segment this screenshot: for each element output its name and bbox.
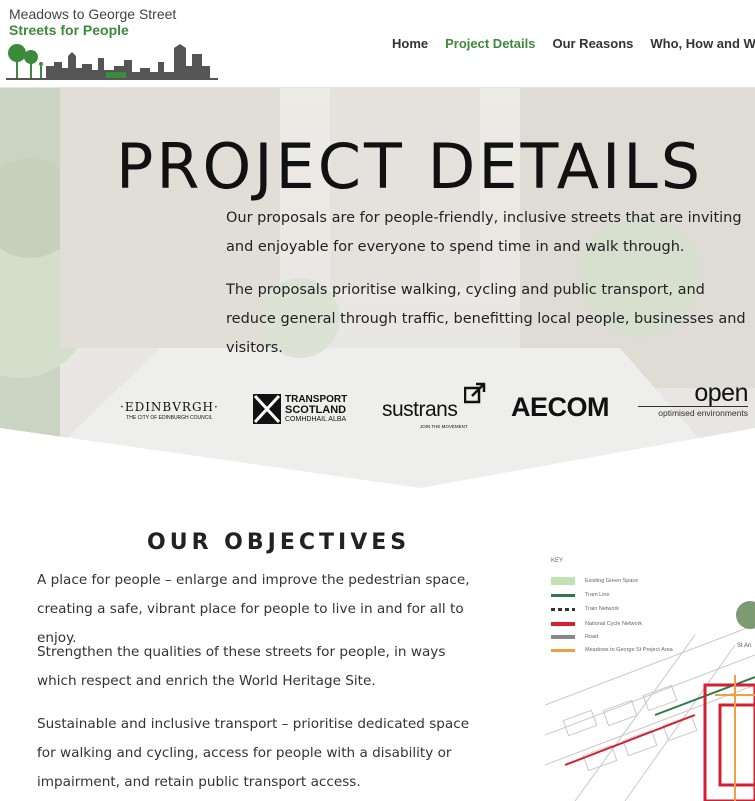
objectives-heading: OUR OBJECTIVES (147, 530, 411, 555)
project-area-map: KEY Existing Green Space Tram Line Train… (545, 555, 755, 801)
sustrans-logo-text: sustrans (382, 398, 458, 421)
transport-scotland-logo: TRANSPORT SCOTLAND COMHDHAIL ALBA (253, 394, 347, 424)
objective-2: Strengthen the qualities of these street… (37, 644, 446, 689)
map-key-row: National Cycle Network (551, 621, 642, 627)
hero-paragraph-2: The proposals prioritise walking, cyclin… (226, 282, 746, 356)
open-logo-subtext: optimised environments (638, 406, 748, 418)
nav-project-details[interactable]: Project Details (445, 36, 535, 51)
key-swatch-road (551, 635, 575, 639)
sustrans-arrow-icon (464, 382, 486, 404)
key-swatch-train (551, 607, 575, 611)
logo-title-line1: Meadows to George Street (9, 6, 177, 22)
key-label: Tram Line (585, 592, 610, 598)
map-key-row: Existing Green Space (551, 577, 638, 585)
site-logo[interactable]: Meadows to George Street Streets for Peo… (6, 4, 218, 80)
key-swatch-cycle (551, 622, 575, 626)
skyline-illustration (6, 44, 218, 80)
hero-paragraph-1: Our proposals are for people-friendly, i… (226, 210, 742, 255)
key-swatch-project-area (551, 648, 575, 652)
map-key-row: Train Network (551, 606, 619, 612)
page-title: PROJECT DETAILS (116, 130, 704, 203)
key-label: Road (585, 634, 599, 640)
aecom-logo: AECOM (511, 392, 610, 422)
sustrans-logo-subtext: JOIN THE MOVEMENT (420, 424, 468, 429)
key-label: Existing Green Space (585, 578, 639, 584)
transport-scotland-icon (253, 394, 281, 424)
key-label: Meadows to George St Project Area (585, 647, 673, 653)
site-header: Meadows to George Street Streets for Peo… (0, 0, 755, 88)
nav-who-how-when[interactable]: Who, How and When (650, 36, 755, 51)
open-logo-text: open (694, 379, 748, 407)
key-label: Train Network (585, 606, 620, 612)
partner-logos: ·EDINBVRGH· THE CITY OF EDINBURGH COUNCI… (0, 376, 755, 440)
objective-3: Sustainable and inclusive transport – pr… (37, 716, 470, 790)
map-key-title: KEY (551, 558, 564, 564)
hero-section: PROJECT DETAILS Our proposals are for pe… (0, 88, 755, 503)
key-swatch-green-space (551, 577, 575, 585)
nav-home[interactable]: Home (392, 36, 428, 51)
key-swatch-tram (551, 593, 575, 597)
nav-our-reasons[interactable]: Our Reasons (552, 36, 633, 51)
key-label: National Cycle Network (585, 621, 643, 627)
map-place-label: St An (737, 643, 752, 649)
transport-logo-line3: COMHDHAIL ALBA (285, 416, 347, 423)
edinburgh-council-logo: ·EDINBVRGH· THE CITY OF EDINBURGH COUNCI… (120, 400, 219, 421)
map-key-row: Road (551, 634, 598, 640)
main-nav: Home Project Details Our Reasons Who, Ho… (392, 36, 755, 51)
map-key-row: Tram Line (551, 592, 610, 598)
map-key-row: Meadows to George St Project Area (551, 647, 673, 653)
transport-logo-line2: SCOTLAND (285, 404, 347, 416)
edinburgh-logo-subtext: THE CITY OF EDINBURGH COUNCIL (126, 415, 213, 421)
edinburgh-logo-text: ·EDINBVRGH· (120, 400, 219, 414)
open-logo: open optimised environments (638, 379, 749, 418)
